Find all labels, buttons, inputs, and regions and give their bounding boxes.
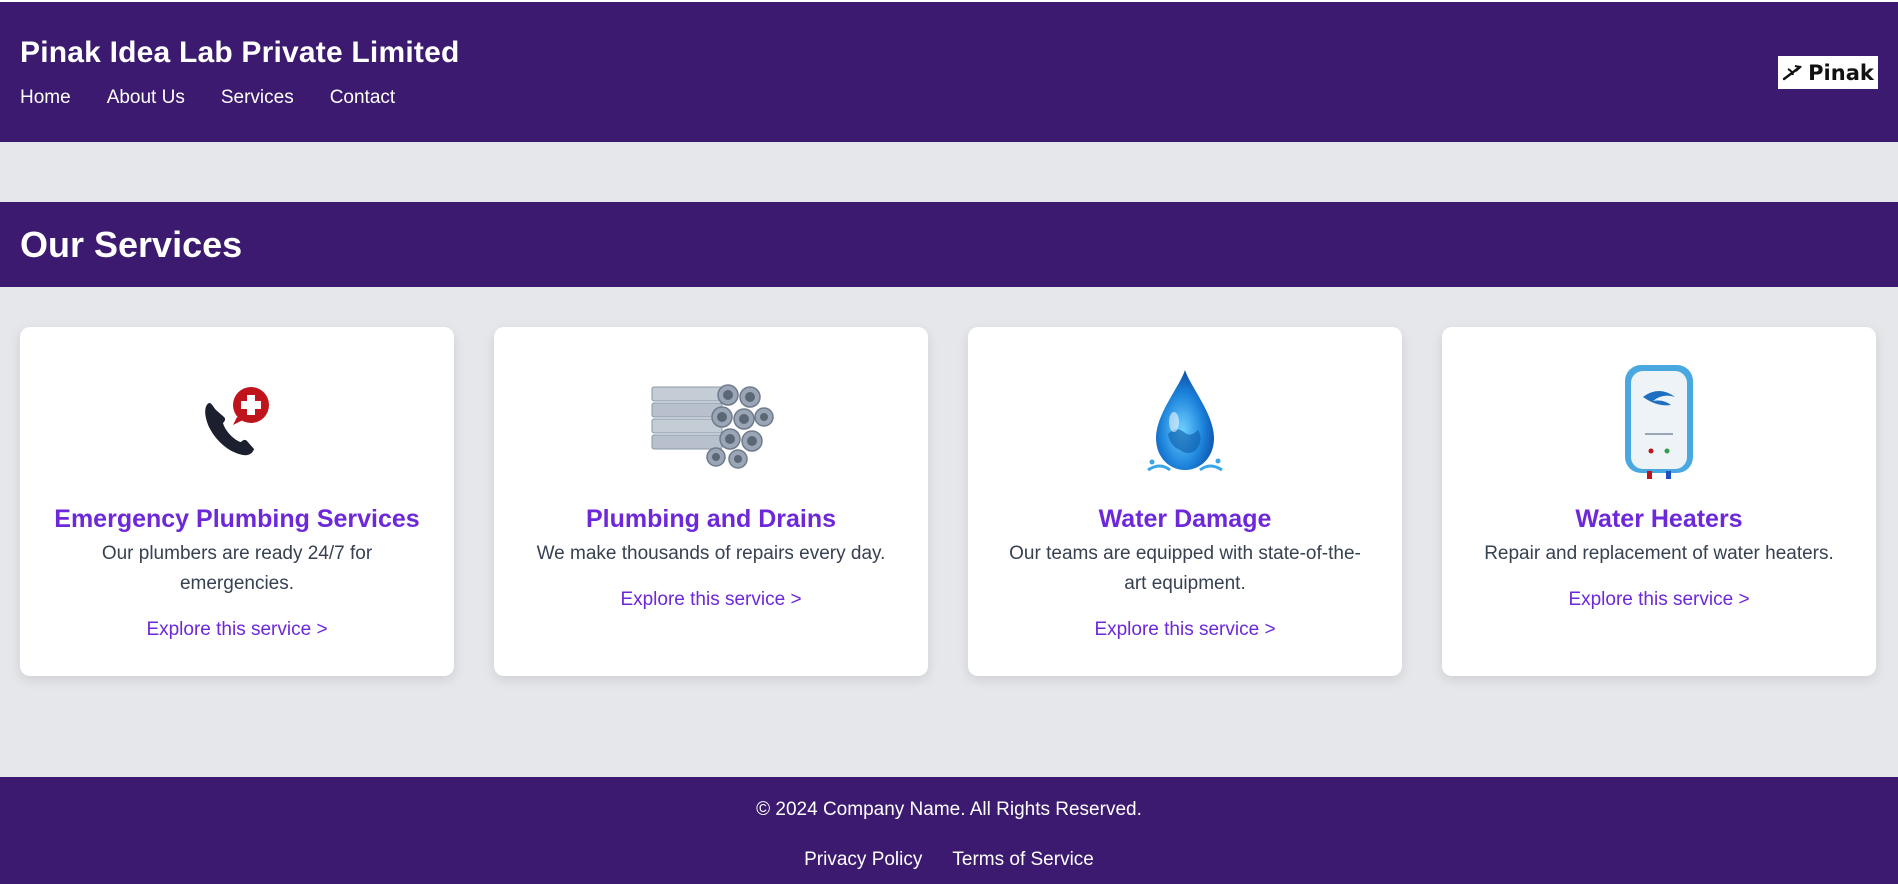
privacy-policy-link[interactable]: Privacy Policy — [804, 849, 922, 871]
logo-text: Pinak — [1808, 60, 1874, 85]
explore-service-link[interactable]: Explore this service > — [1442, 589, 1876, 611]
service-card-water-damage: Water Damage Our teams are equipped with… — [968, 327, 1402, 676]
service-card-emergency: Emergency Plumbing Services Our plumbers… — [20, 327, 454, 676]
card-title: Water Heaters — [1575, 505, 1743, 533]
company-title: Pinak Idea Lab Private Limited — [20, 36, 460, 69]
footer-links: Privacy Policy Terms of Service — [0, 849, 1898, 871]
card-description: We make thousands of repairs every day. — [536, 543, 886, 564]
copyright-text: © 2024 Company Name. All Rights Reserved… — [756, 799, 1142, 820]
arrow-logo-icon — [1782, 64, 1803, 80]
nav-home-link[interactable]: Home — [20, 87, 71, 109]
site-header: Pinak Idea Lab Private Limited Home Abou… — [0, 2, 1898, 142]
card-description: Repair and replacement of water heaters. — [1484, 543, 1834, 564]
services-banner: Our Services — [0, 202, 1898, 287]
site-footer: © 2024 Company Name. All Rights Reserved… — [0, 777, 1898, 884]
pinak-logo[interactable]: Pinak — [1778, 56, 1878, 89]
water-heater-icon — [1442, 363, 1876, 483]
service-cards: Emergency Plumbing Services Our plumbers… — [20, 327, 1878, 677]
services-heading: Our Services — [20, 224, 243, 265]
service-card-water-heaters: Water Heaters Repair and replacement of … — [1442, 327, 1876, 676]
explore-service-link[interactable]: Explore this service > — [494, 589, 928, 611]
explore-service-link[interactable]: Explore this service > — [968, 619, 1402, 641]
water-drop-icon — [968, 363, 1402, 483]
card-description: Our plumbers are ready 24/7 for emergenc… — [101, 543, 373, 594]
main-nav: Home About Us Services Contact — [20, 87, 395, 109]
nav-services-link[interactable]: Services — [221, 87, 294, 109]
terms-of-service-link[interactable]: Terms of Service — [952, 849, 1093, 871]
nav-contact-link[interactable]: Contact — [330, 87, 395, 109]
card-title: Emergency Plumbing Services — [54, 505, 420, 533]
card-title: Water Damage — [1098, 505, 1272, 533]
pipes-icon — [494, 363, 928, 483]
service-card-plumbing: Plumbing and Drains We make thousands of… — [494, 327, 928, 676]
explore-service-link[interactable]: Explore this service > — [20, 619, 454, 641]
nav-about-link[interactable]: About Us — [107, 87, 185, 109]
emergency-phone-icon — [20, 363, 454, 483]
card-description: Our teams are equipped with state-of-the… — [1009, 543, 1361, 594]
card-title: Plumbing and Drains — [585, 505, 837, 533]
